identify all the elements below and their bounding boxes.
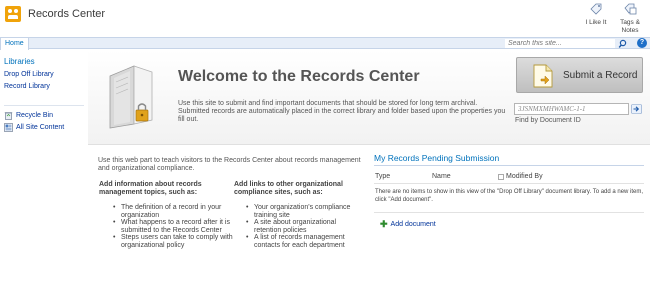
site-title[interactable]: Records Center (28, 8, 105, 20)
modified-by-label: Modified By (506, 173, 543, 180)
list-item: A list of records management contacts fo… (246, 234, 364, 249)
recycle-bin-link[interactable]: Recycle Bin (4, 111, 53, 120)
list-item: Your organization's compliance training … (246, 204, 364, 219)
document-id-input[interactable] (514, 103, 629, 115)
add-icon: ✚ (380, 219, 388, 229)
list-item: A site about organizational retention po… (246, 219, 364, 234)
recycle-bin-icon (4, 112, 13, 120)
i-like-it-button[interactable]: I Like It (582, 1, 610, 27)
records-binders-image (109, 65, 153, 129)
list-item: What happens to a record after it is sub… (113, 219, 233, 234)
list-item: The definition of a record in your organ… (113, 204, 233, 219)
welcome-heading: Welcome to the Records Center (178, 68, 420, 85)
sidebar-item-record-library[interactable]: Record Library (4, 83, 50, 90)
find-by-document-id-label: Find by Document ID (515, 117, 581, 124)
submit-document-icon (533, 64, 553, 88)
tab-home[interactable]: Home (0, 37, 29, 50)
submit-a-record-label: Submit a Record (563, 70, 638, 81)
add-document-label: Add document (390, 221, 436, 228)
header-divider (374, 183, 644, 184)
add-divider (374, 212, 644, 213)
column-header-name[interactable]: Name (432, 173, 451, 180)
libraries-heading[interactable]: Libraries (4, 57, 35, 66)
pending-title-divider (374, 165, 644, 166)
tags-notes-icon (624, 3, 637, 15)
recycle-bin-label: Recycle Bin (16, 112, 53, 119)
top-navigation-bar: Home ? (0, 37, 650, 50)
welcome-description: Use this site to submit and find importa… (178, 100, 506, 123)
sidebar-item-drop-off-library[interactable]: Drop Off Library (4, 71, 54, 78)
compliance-links-list: Your organization's compliance training … (246, 204, 364, 249)
records-topics-list: The definition of a record in your organ… (113, 204, 233, 249)
tags-label-line1: Tags & (620, 19, 640, 26)
site-header: Records Center I Like It Tags & Notes (0, 0, 650, 36)
webpart-intro-text: Use this web part to teach visitors to t… (98, 157, 361, 172)
search-input[interactable] (505, 39, 615, 48)
site-content-icon (4, 123, 13, 132)
select-checkbox[interactable] (498, 173, 504, 180)
column-header-type[interactable]: Type (375, 173, 390, 180)
sidebar-divider (4, 105, 84, 106)
submit-a-record-button[interactable]: Submit a Record (516, 57, 643, 93)
pending-submission-title[interactable]: My Records Pending Submission (374, 153, 499, 163)
tags-notes-button[interactable]: Tags & Notes (612, 1, 648, 35)
empty-list-message: There are no items to show in this view … (375, 189, 644, 203)
i-like-it-label: I Like It (585, 19, 607, 26)
compliance-links-heading: Add links to other organizational compli… (234, 181, 343, 196)
tags-label-line2: Notes (621, 27, 639, 34)
list-item: Steps users can take to comply with orga… (113, 234, 233, 249)
add-document-link[interactable]: ✚ Add document (380, 219, 436, 230)
records-topics-heading: Add information about records management… (99, 181, 202, 196)
help-icon[interactable]: ? (637, 38, 647, 48)
search-icon[interactable] (618, 39, 630, 48)
all-site-content-link[interactable]: All Site Content (4, 123, 64, 132)
go-arrow-icon[interactable] (631, 104, 642, 114)
column-header-modified-by[interactable]: Modified By (498, 173, 543, 180)
site-logo-icon[interactable] (5, 6, 21, 22)
quick-launch: Libraries Drop Off Library Record Librar… (0, 50, 88, 304)
all-site-content-label: All Site Content (16, 124, 65, 131)
thumbs-up-tag-icon (590, 3, 602, 15)
